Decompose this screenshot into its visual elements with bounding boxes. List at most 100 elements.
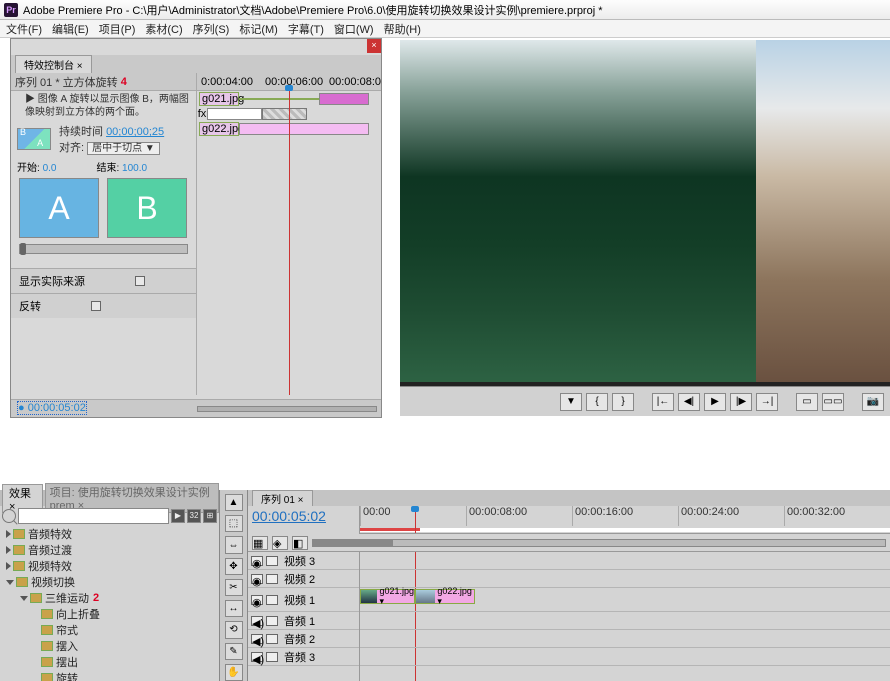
tab-effect-controls[interactable]: 特效控制台 × xyxy=(15,55,92,73)
sequence-clip-title: 序列 01 * 立方体旋转 xyxy=(15,74,118,90)
transition-direction-icon[interactable]: B A xyxy=(17,128,51,150)
tool-1[interactable]: ⬚ xyxy=(225,515,243,532)
mark-in-button[interactable]: ▼ xyxy=(560,393,582,411)
tool-palette: ▲ ⬚ ⇔ ✥ ✂ ↔ ⟲ ✎ ✋ xyxy=(220,490,248,681)
tree-item-视频特效[interactable]: 视频特效 xyxy=(0,558,219,574)
preset-button-grid[interactable]: ⊞ xyxy=(203,509,217,523)
play-button[interactable]: ▶ xyxy=(704,393,726,411)
show-source-checkbox[interactable] xyxy=(135,276,145,286)
menu-window[interactable]: 窗口(W) xyxy=(334,21,374,37)
sync-toggle[interactable]: ◧ xyxy=(292,536,308,550)
effect-mini-timeline[interactable]: 0:00:04:00 00:00:06:00 00:00:08:0 g021.j… xyxy=(197,73,381,395)
extract-button[interactable]: ▭▭ xyxy=(822,393,844,411)
effect-controls-panel: × 特效控制台 × 序列 01 * 立方体旋转 4 ▶ 图像 A 旋转以显示图像… xyxy=(10,38,382,418)
clip-g021[interactable]: g021.jpg ▾ xyxy=(360,589,415,604)
duration-field[interactable]: 00;00;00;25 xyxy=(106,126,164,138)
end-value[interactable]: 100.0 xyxy=(122,163,147,174)
tree-item-三维运动[interactable]: 三维运动2 xyxy=(0,590,219,606)
tree-item-摆出[interactable]: 摆出 xyxy=(0,654,219,670)
tool-6[interactable]: ⟲ xyxy=(225,621,243,638)
timeline-panel: 序列 01 × 00:00:05:02 00:00 00:00:08:00 00… xyxy=(248,490,890,681)
timeline-current-time[interactable]: 00:00:05:02 xyxy=(252,508,326,524)
tree-item-音频过渡[interactable]: 音频过渡 xyxy=(0,542,219,558)
menu-title[interactable]: 字幕(T) xyxy=(288,21,324,37)
fx-lane-clip2[interactable]: g022.jpg xyxy=(199,122,239,136)
tree-item-视频切换[interactable]: 视频切换 xyxy=(0,574,219,590)
track-header-视频 2[interactable]: ◉视频 2 xyxy=(248,570,359,588)
app-logo: Pr xyxy=(4,3,18,17)
track-lane-视频 1[interactable]: g021.jpg ▾g022.jpg ▾ xyxy=(360,588,890,612)
alignment-label: 对齐: xyxy=(59,142,84,154)
set-out-button[interactable]: } xyxy=(612,393,634,411)
goto-in-button[interactable]: |← xyxy=(652,393,674,411)
track-lane-音频 1[interactable] xyxy=(360,612,890,630)
effects-tree[interactable]: 音频特效音频过渡视频特效视频切换三维运动2向上折叠帘式摆入摆出旋转旋转离开立方体… xyxy=(0,526,219,681)
effects-search-input[interactable] xyxy=(18,508,169,524)
timeline-playhead[interactable] xyxy=(415,506,416,533)
tool-4[interactable]: ✂ xyxy=(225,579,243,596)
tree-item-向上折叠[interactable]: 向上折叠 xyxy=(0,606,219,622)
effects-panel: 效果 × 项目: 使用旋转切换效果设计实例prem × ▶ 32 ⊞ 音频特效音… xyxy=(0,490,220,681)
tab-sequence-01[interactable]: 序列 01 × xyxy=(252,490,313,506)
tool-0[interactable]: ▲ xyxy=(225,494,243,511)
menu-sequence[interactable]: 序列(S) xyxy=(193,21,230,37)
tool-8[interactable]: ✋ xyxy=(225,664,243,681)
menu-bar[interactable]: 文件(F) 编辑(E) 项目(P) 素材(C) 序列(S) 标记(M) 字幕(T… xyxy=(0,20,890,38)
track-header-音频 3[interactable]: ◀)音频 3 xyxy=(248,648,359,666)
timeline-zoom-slider[interactable] xyxy=(312,539,886,547)
tree-item-旋转[interactable]: 旋转 xyxy=(0,670,219,681)
menu-marker[interactable]: 标记(M) xyxy=(239,21,278,37)
end-label: 结束: xyxy=(96,163,119,174)
menu-clip[interactable]: 素材(C) xyxy=(145,21,182,37)
reverse-label: 反转 xyxy=(19,298,41,314)
marker-toggle[interactable]: ◈ xyxy=(272,536,288,550)
start-slider[interactable] xyxy=(19,244,188,254)
tool-7[interactable]: ✎ xyxy=(225,643,243,660)
timeline-ruler[interactable]: 00:00 00:00:08:00 00:00:16:00 00:00:24:0… xyxy=(360,506,890,534)
annotation-4: 4 xyxy=(121,76,127,88)
fx-zoom-scrollbar[interactable] xyxy=(197,406,377,412)
track-lane-音频 2[interactable] xyxy=(360,630,890,648)
step-back-button[interactable]: ◀| xyxy=(678,393,700,411)
menu-edit[interactable]: 编辑(E) xyxy=(52,21,89,37)
show-source-label: 显示实际来源 xyxy=(19,273,85,289)
tree-item-摆入[interactable]: 摆入 xyxy=(0,638,219,654)
tree-item-音频特效[interactable]: 音频特效 xyxy=(0,526,219,542)
step-fwd-button[interactable]: |▶ xyxy=(730,393,752,411)
mini-playhead[interactable] xyxy=(289,91,290,395)
menu-help[interactable]: 帮助(H) xyxy=(384,21,421,37)
duration-label: 持续时间 xyxy=(59,126,103,138)
menu-file[interactable]: 文件(F) xyxy=(6,21,42,37)
start-value[interactable]: 0.0 xyxy=(43,163,57,174)
fx-lane-clip1[interactable]: g021.jpg xyxy=(199,92,239,106)
reverse-checkbox[interactable] xyxy=(91,301,101,311)
track-lane-视频 3[interactable] xyxy=(360,552,890,570)
clip-g022[interactable]: g022.jpg ▾ xyxy=(415,589,475,604)
tree-item-帘式[interactable]: 帘式 xyxy=(0,622,219,638)
track-header-视频 3[interactable]: ◉视频 3 xyxy=(248,552,359,570)
alignment-dropdown[interactable]: 居中于切点 ▼ xyxy=(87,142,160,155)
track-lane-音频 3[interactable] xyxy=(360,648,890,666)
preview-a: A xyxy=(19,178,99,238)
menu-project[interactable]: 项目(P) xyxy=(99,21,136,37)
set-in-button[interactable]: { xyxy=(586,393,608,411)
track-header-视频 1[interactable]: ◉视频 1 xyxy=(248,588,359,612)
preset-button-1[interactable]: ▶ xyxy=(171,509,185,523)
preview-b: B xyxy=(107,178,187,238)
lift-button[interactable]: ▭ xyxy=(796,393,818,411)
tool-2[interactable]: ⇔ xyxy=(225,536,243,553)
close-icon[interactable]: × xyxy=(367,39,381,53)
goto-out-button[interactable]: →| xyxy=(756,393,778,411)
program-preview-image xyxy=(400,40,890,382)
track-header-音频 2[interactable]: ◀)音频 2 xyxy=(248,630,359,648)
tool-5[interactable]: ↔ xyxy=(225,600,243,617)
track-header-音频 1[interactable]: ◀)音频 1 xyxy=(248,612,359,630)
transport-controls: ▼ { } |← ◀| ▶ |▶ →| ▭ ▭▭ 📷 xyxy=(400,386,890,416)
transition-bar[interactable] xyxy=(262,108,307,120)
preset-button-32[interactable]: 32 xyxy=(187,509,201,523)
snap-toggle[interactable]: ▦ xyxy=(252,536,268,550)
export-frame-button[interactable]: 📷 xyxy=(862,393,884,411)
fx-status-timecode[interactable]: ● 00:00:05:02 xyxy=(17,401,87,415)
program-monitor: ▼ { } |← ◀| ▶ |▶ →| ▭ ▭▭ 📷 xyxy=(400,40,890,416)
tool-3[interactable]: ✥ xyxy=(225,558,243,575)
